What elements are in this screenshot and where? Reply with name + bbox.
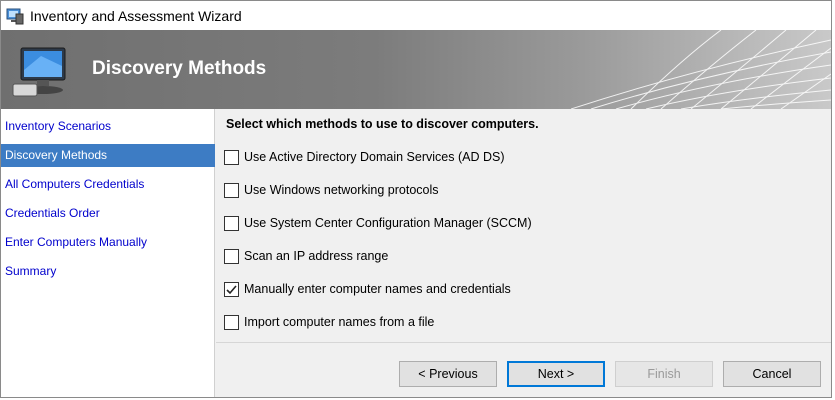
option-label: Use Windows networking protocols: [244, 183, 439, 197]
manual-entry-checkbox[interactable]: [224, 281, 239, 297]
title-bar[interactable]: Inventory and Assessment Wizard: [1, 1, 831, 30]
option-label: Use Active Directory Domain Services (AD…: [244, 150, 505, 164]
computer-app-icon: [6, 8, 24, 24]
wizard-steps-sidebar: Inventory Scenarios Discovery Methods Al…: [1, 109, 215, 397]
option-windows-networking[interactable]: Use Windows networking protocols: [224, 181, 439, 199]
main-content: Select which methods to use to discover …: [216, 109, 831, 397]
option-label: Import computer names from a file: [244, 315, 435, 329]
option-ad-ds[interactable]: Use Active Directory Domain Services (AD…: [224, 148, 504, 166]
sidebar-item-all-computers-credentials[interactable]: All Computers Credentials: [1, 173, 215, 196]
monitor-icon: [12, 47, 66, 97]
ip-range-checkbox[interactable]: [224, 248, 239, 264]
mesh-decoration: [571, 30, 831, 109]
finish-button[interactable]: Finish: [615, 361, 713, 387]
sidebar-item-summary[interactable]: Summary: [1, 260, 215, 283]
option-ip-range[interactable]: Scan an IP address range: [224, 247, 388, 265]
checkmark-icon: [226, 284, 237, 294]
option-sccm[interactable]: Use System Center Configuration Manager …: [224, 214, 532, 232]
sidebar-item-enter-computers-manually[interactable]: Enter Computers Manually: [1, 231, 215, 254]
sidebar-item-discovery-methods[interactable]: Discovery Methods: [1, 144, 215, 167]
cancel-button[interactable]: Cancel: [723, 361, 821, 387]
option-label: Manually enter computer names and creden…: [244, 282, 511, 296]
instruction-text: Select which methods to use to discover …: [226, 117, 539, 131]
previous-button[interactable]: < Previous: [399, 361, 497, 387]
sidebar-item-credentials-order[interactable]: Credentials Order: [1, 202, 215, 225]
divider: [216, 342, 831, 343]
ad-ds-checkbox[interactable]: [224, 149, 239, 165]
header-banner: Discovery Methods: [1, 30, 831, 109]
option-label: Use System Center Configuration Manager …: [244, 216, 532, 230]
option-manual-entry[interactable]: Manually enter computer names and creden…: [224, 280, 511, 298]
sccm-checkbox[interactable]: [224, 215, 239, 231]
option-label: Scan an IP address range: [244, 249, 389, 263]
option-import-file[interactable]: Import computer names from a file: [224, 313, 434, 331]
window-title: Inventory and Assessment Wizard: [30, 7, 242, 24]
wizard-window: Inventory and Assessment Wizard Discover…: [0, 0, 832, 398]
import-file-checkbox[interactable]: [224, 314, 239, 330]
next-button[interactable]: Next >: [507, 361, 605, 387]
sidebar-item-inventory-scenarios[interactable]: Inventory Scenarios: [1, 115, 215, 138]
windows-networking-checkbox[interactable]: [224, 182, 239, 198]
page-heading: Discovery Methods: [92, 58, 267, 79]
